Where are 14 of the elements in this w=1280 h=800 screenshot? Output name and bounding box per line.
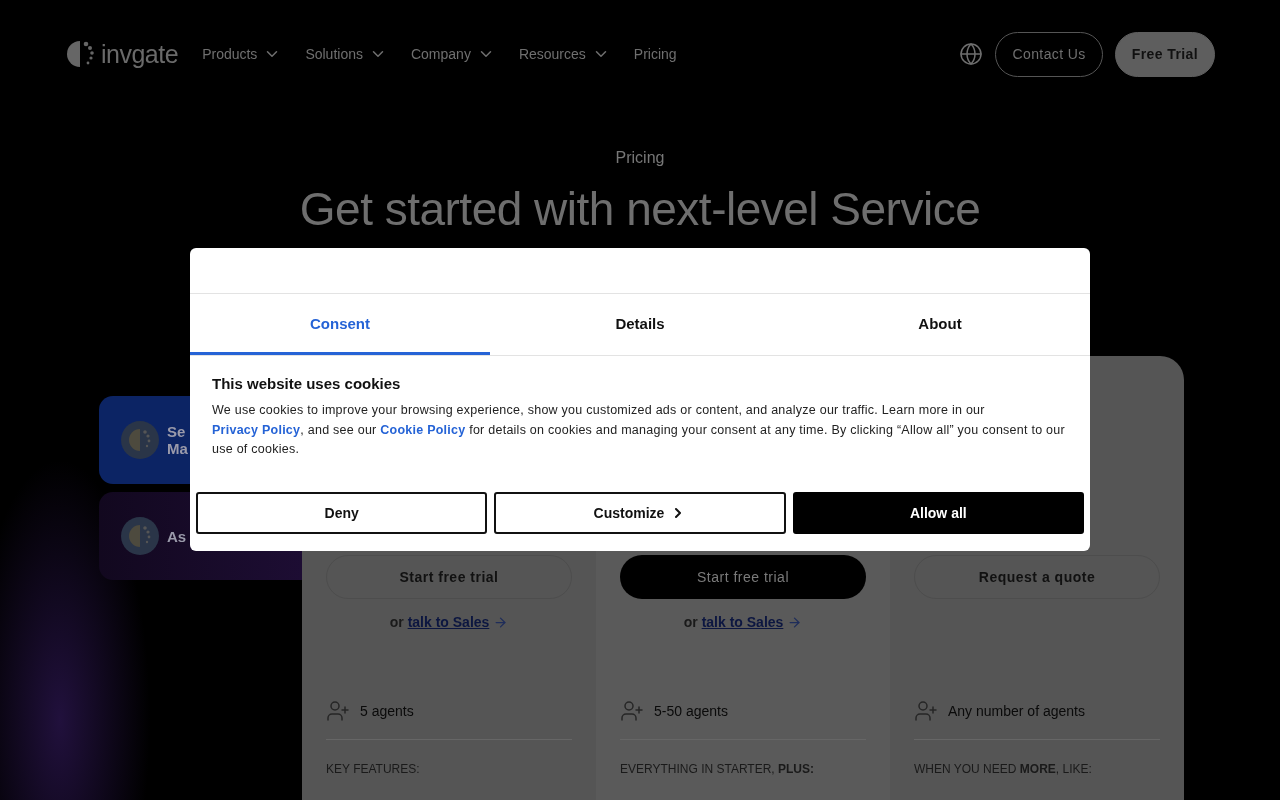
page-title: Get started with next-level Service (299, 182, 981, 237)
product-tab-label: Se Ma (167, 423, 188, 457)
agents-text: 5-50 agents (654, 703, 728, 719)
features-heading: WHEN YOU NEED MORE, LIKE: (914, 762, 1093, 776)
agents-text: Any number of agents (948, 703, 1085, 719)
features-heading: EVERYTHING IN STARTER, PLUS: (620, 762, 816, 776)
cookie-text: We use cookies to improve your browsing experience, show you customized ads or content, and analyze our traffic. Learn more in our Privacy Policy, and see our Cookie Policy for details on cookies and managing your consent at any time. By clicking “Allow all” you consent to our use of cookies. (212, 402, 1066, 458)
features-heading: KEY FEATURES: (326, 762, 421, 776)
dialog-title: This website uses cookies (212, 375, 402, 392)
product-tab-label: As (167, 527, 187, 545)
or-text: or (389, 614, 404, 630)
or-text: or (683, 614, 698, 630)
eyebrow-text: Pricing (615, 148, 665, 168)
agents-text: 5 agents (360, 703, 414, 719)
